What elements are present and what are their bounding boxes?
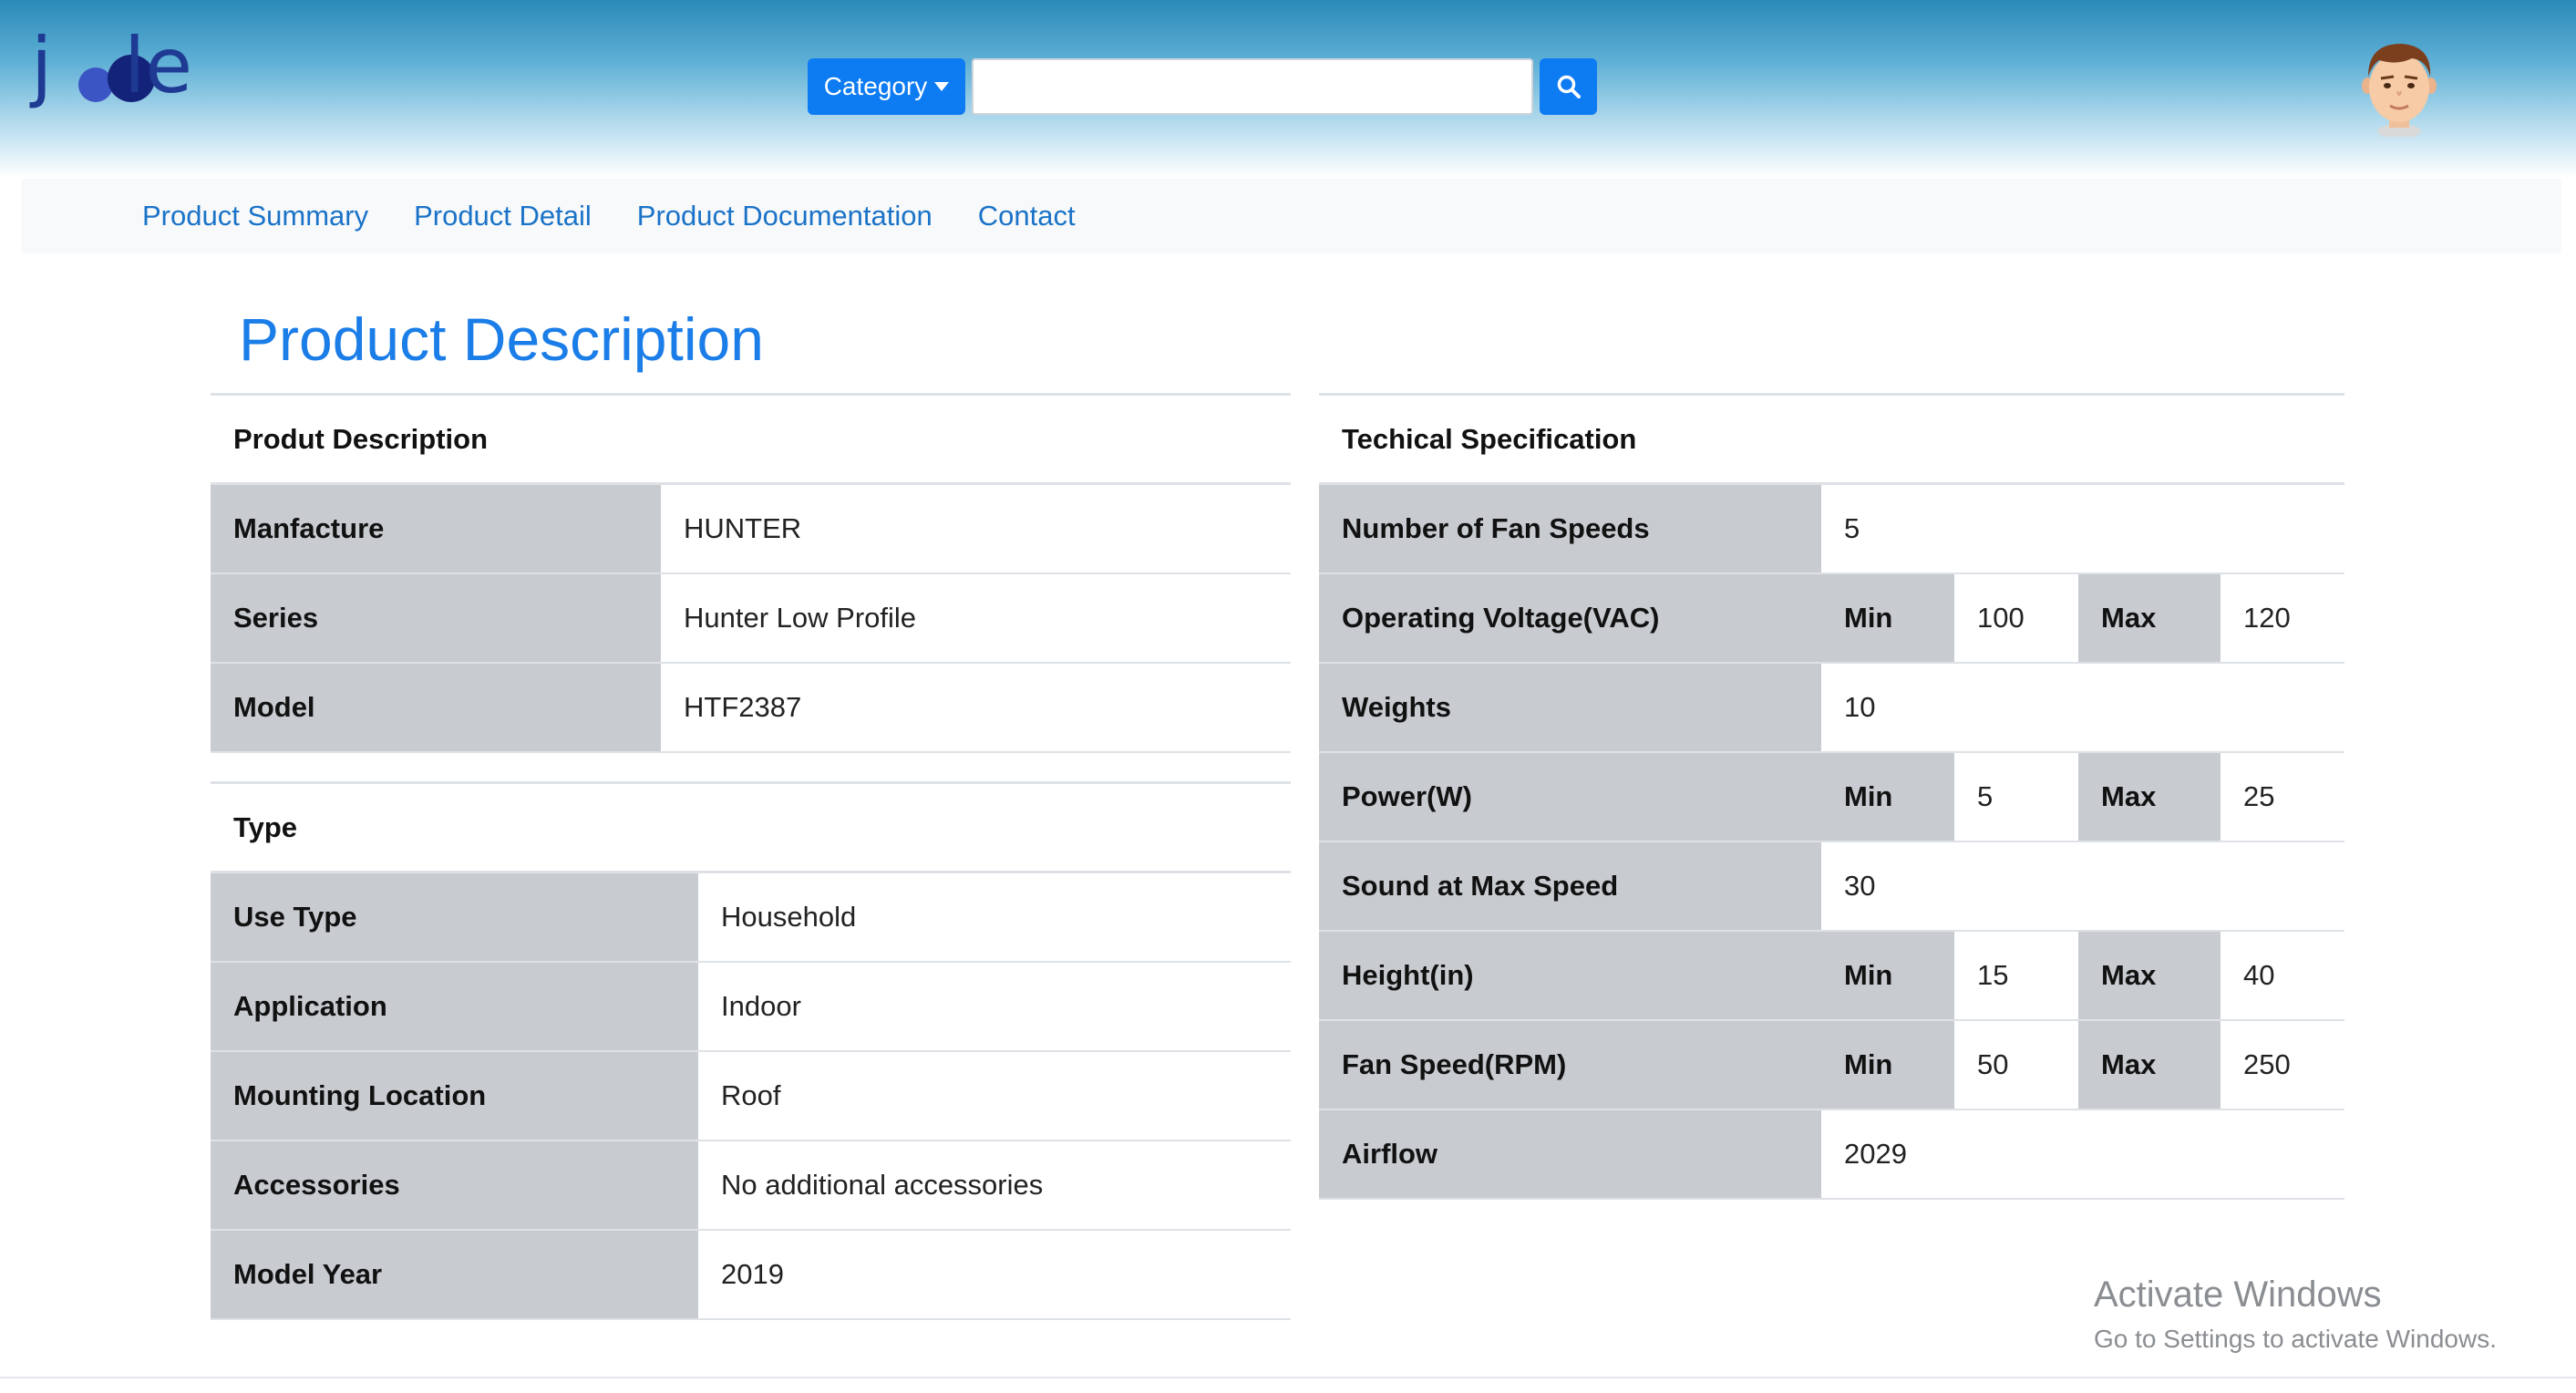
table-heading-row: Produt Description: [211, 393, 1292, 485]
spec-heading: Techical Specification: [1319, 393, 2345, 485]
min-label: Min: [1821, 751, 1954, 842]
row-label: Use Type: [211, 872, 698, 963]
nav-contact[interactable]: Contact: [978, 200, 1076, 232]
table-row: Model HTF2387: [211, 662, 1292, 753]
table-row: Model Year 2019: [211, 1229, 1291, 1320]
activate-windows-watermark: Activate Windows Go to Settings to activ…: [2094, 1274, 2497, 1354]
watermark-title: Activate Windows: [2094, 1274, 2382, 1315]
row-label: Mounting Location: [211, 1050, 698, 1141]
row-label: Series: [211, 573, 661, 664]
max-value: 120: [2221, 573, 2345, 664]
row-value: HUNTER: [661, 483, 1292, 574]
row-value: 10: [1821, 662, 2345, 753]
nav-product-detail[interactable]: Product Detail: [414, 200, 592, 232]
table-row: Operating Voltage(VAC) Min 100 Max 120: [1319, 573, 2345, 664]
table-row: Power(W) Min 5 Max 25: [1319, 751, 2345, 842]
row-value: Household: [698, 872, 1291, 963]
row-label: Manfacture: [211, 483, 661, 574]
row-label: Height(in): [1319, 930, 1821, 1021]
nav-product-summary[interactable]: Product Summary: [142, 200, 368, 232]
row-value: HTF2387: [661, 662, 1292, 753]
table-row: Sound at Max Speed 30: [1319, 841, 2345, 932]
row-value: Hunter Low Profile: [661, 573, 1292, 664]
table-row: Fan Speed(RPM) Min 50 Max 250: [1319, 1019, 2345, 1110]
max-label: Max: [2078, 930, 2221, 1021]
table-row: Airflow 2029: [1319, 1109, 2345, 1200]
nav-product-documentation[interactable]: Product Documentation: [637, 200, 933, 232]
table-row: Weights 10: [1319, 662, 2345, 753]
joole-logo[interactable]: j le: [31, 20, 213, 111]
row-value: 2019: [698, 1229, 1291, 1320]
table-row: Series Hunter Low Profile: [211, 573, 1292, 664]
max-label: Max: [2078, 1019, 2221, 1110]
row-label: Accessories: [211, 1140, 698, 1231]
table-row: Manfacture HUNTER: [211, 483, 1292, 574]
table-row: Height(in) Min 15 Max 40: [1319, 930, 2345, 1021]
logo-letter-j: j: [31, 21, 53, 110]
table-row: Mounting Location Roof: [211, 1050, 1291, 1141]
user-avatar[interactable]: [2361, 40, 2437, 139]
watermark-subtitle: Go to Settings to activate Windows.: [2094, 1325, 2497, 1353]
category-label: Category: [823, 72, 928, 100]
table-row: Use Type Household: [211, 872, 1291, 963]
logo-letters-le: le: [124, 21, 193, 110]
max-value: 40: [2221, 930, 2345, 1021]
user-avatar-icon: [2362, 44, 2437, 139]
caret-down-icon: [934, 82, 950, 91]
min-value: 100: [1954, 573, 2078, 664]
type-heading: Type: [211, 781, 1291, 873]
row-label: Weights: [1319, 662, 1821, 753]
table-heading-row: Type: [211, 781, 1291, 873]
table-heading-row: Techical Specification: [1319, 393, 2345, 485]
max-value: 250: [2221, 1019, 2345, 1110]
table-row: Accessories No additional accessories: [211, 1140, 1291, 1231]
table-row: Number of Fan Speeds 5: [1319, 483, 2345, 574]
max-label: Max: [2078, 751, 2221, 842]
row-label: Number of Fan Speeds: [1319, 483, 1821, 574]
technical-specification-table: Techical Specification Number of Fan Spe…: [1319, 393, 2345, 1200]
row-label: Fan Speed(RPM): [1319, 1019, 1821, 1110]
row-label: Model Year: [211, 1229, 698, 1320]
row-value: Roof: [698, 1050, 1291, 1141]
type-table: Type Use Type Household Application Indo…: [211, 781, 1291, 1320]
table-row: Application Indoor: [211, 961, 1291, 1052]
row-value: 30: [1821, 841, 2345, 932]
top-header: j le Category: [0, 0, 2576, 178]
search-input[interactable]: [972, 58, 1533, 115]
search-button[interactable]: [1540, 58, 1597, 115]
page-title: Product Description: [239, 305, 764, 373]
row-value: Indoor: [698, 961, 1291, 1052]
row-value: 2029: [1821, 1109, 2345, 1200]
min-value: 15: [1954, 930, 2078, 1021]
min-value: 50: [1954, 1019, 2078, 1110]
row-label: Application: [211, 961, 698, 1052]
max-label: Max: [2078, 573, 2221, 664]
product-nav: Product Summary Product Detail Product D…: [22, 179, 2561, 253]
max-value: 25: [2221, 751, 2345, 842]
min-label: Min: [1821, 930, 1954, 1021]
min-label: Min: [1821, 1019, 1954, 1110]
row-value: No additional accessories: [698, 1140, 1291, 1231]
min-value: 5: [1954, 751, 2078, 842]
search-icon: [1557, 75, 1581, 98]
row-label: Power(W): [1319, 751, 1821, 842]
product-description-table: Produt Description Manfacture HUNTER Ser…: [211, 393, 1292, 753]
row-label: Operating Voltage(VAC): [1319, 573, 1821, 664]
row-label: Model: [211, 662, 661, 753]
category-dropdown-button[interactable]: Category: [808, 58, 965, 115]
description-heading: Produt Description: [211, 393, 1292, 485]
row-value: 5: [1821, 483, 2345, 574]
footer-divider: [0, 1377, 2576, 1378]
search-bar: Category: [808, 58, 1597, 115]
min-label: Min: [1821, 573, 1954, 664]
row-label: Airflow: [1319, 1109, 1821, 1200]
row-label: Sound at Max Speed: [1319, 841, 1821, 932]
